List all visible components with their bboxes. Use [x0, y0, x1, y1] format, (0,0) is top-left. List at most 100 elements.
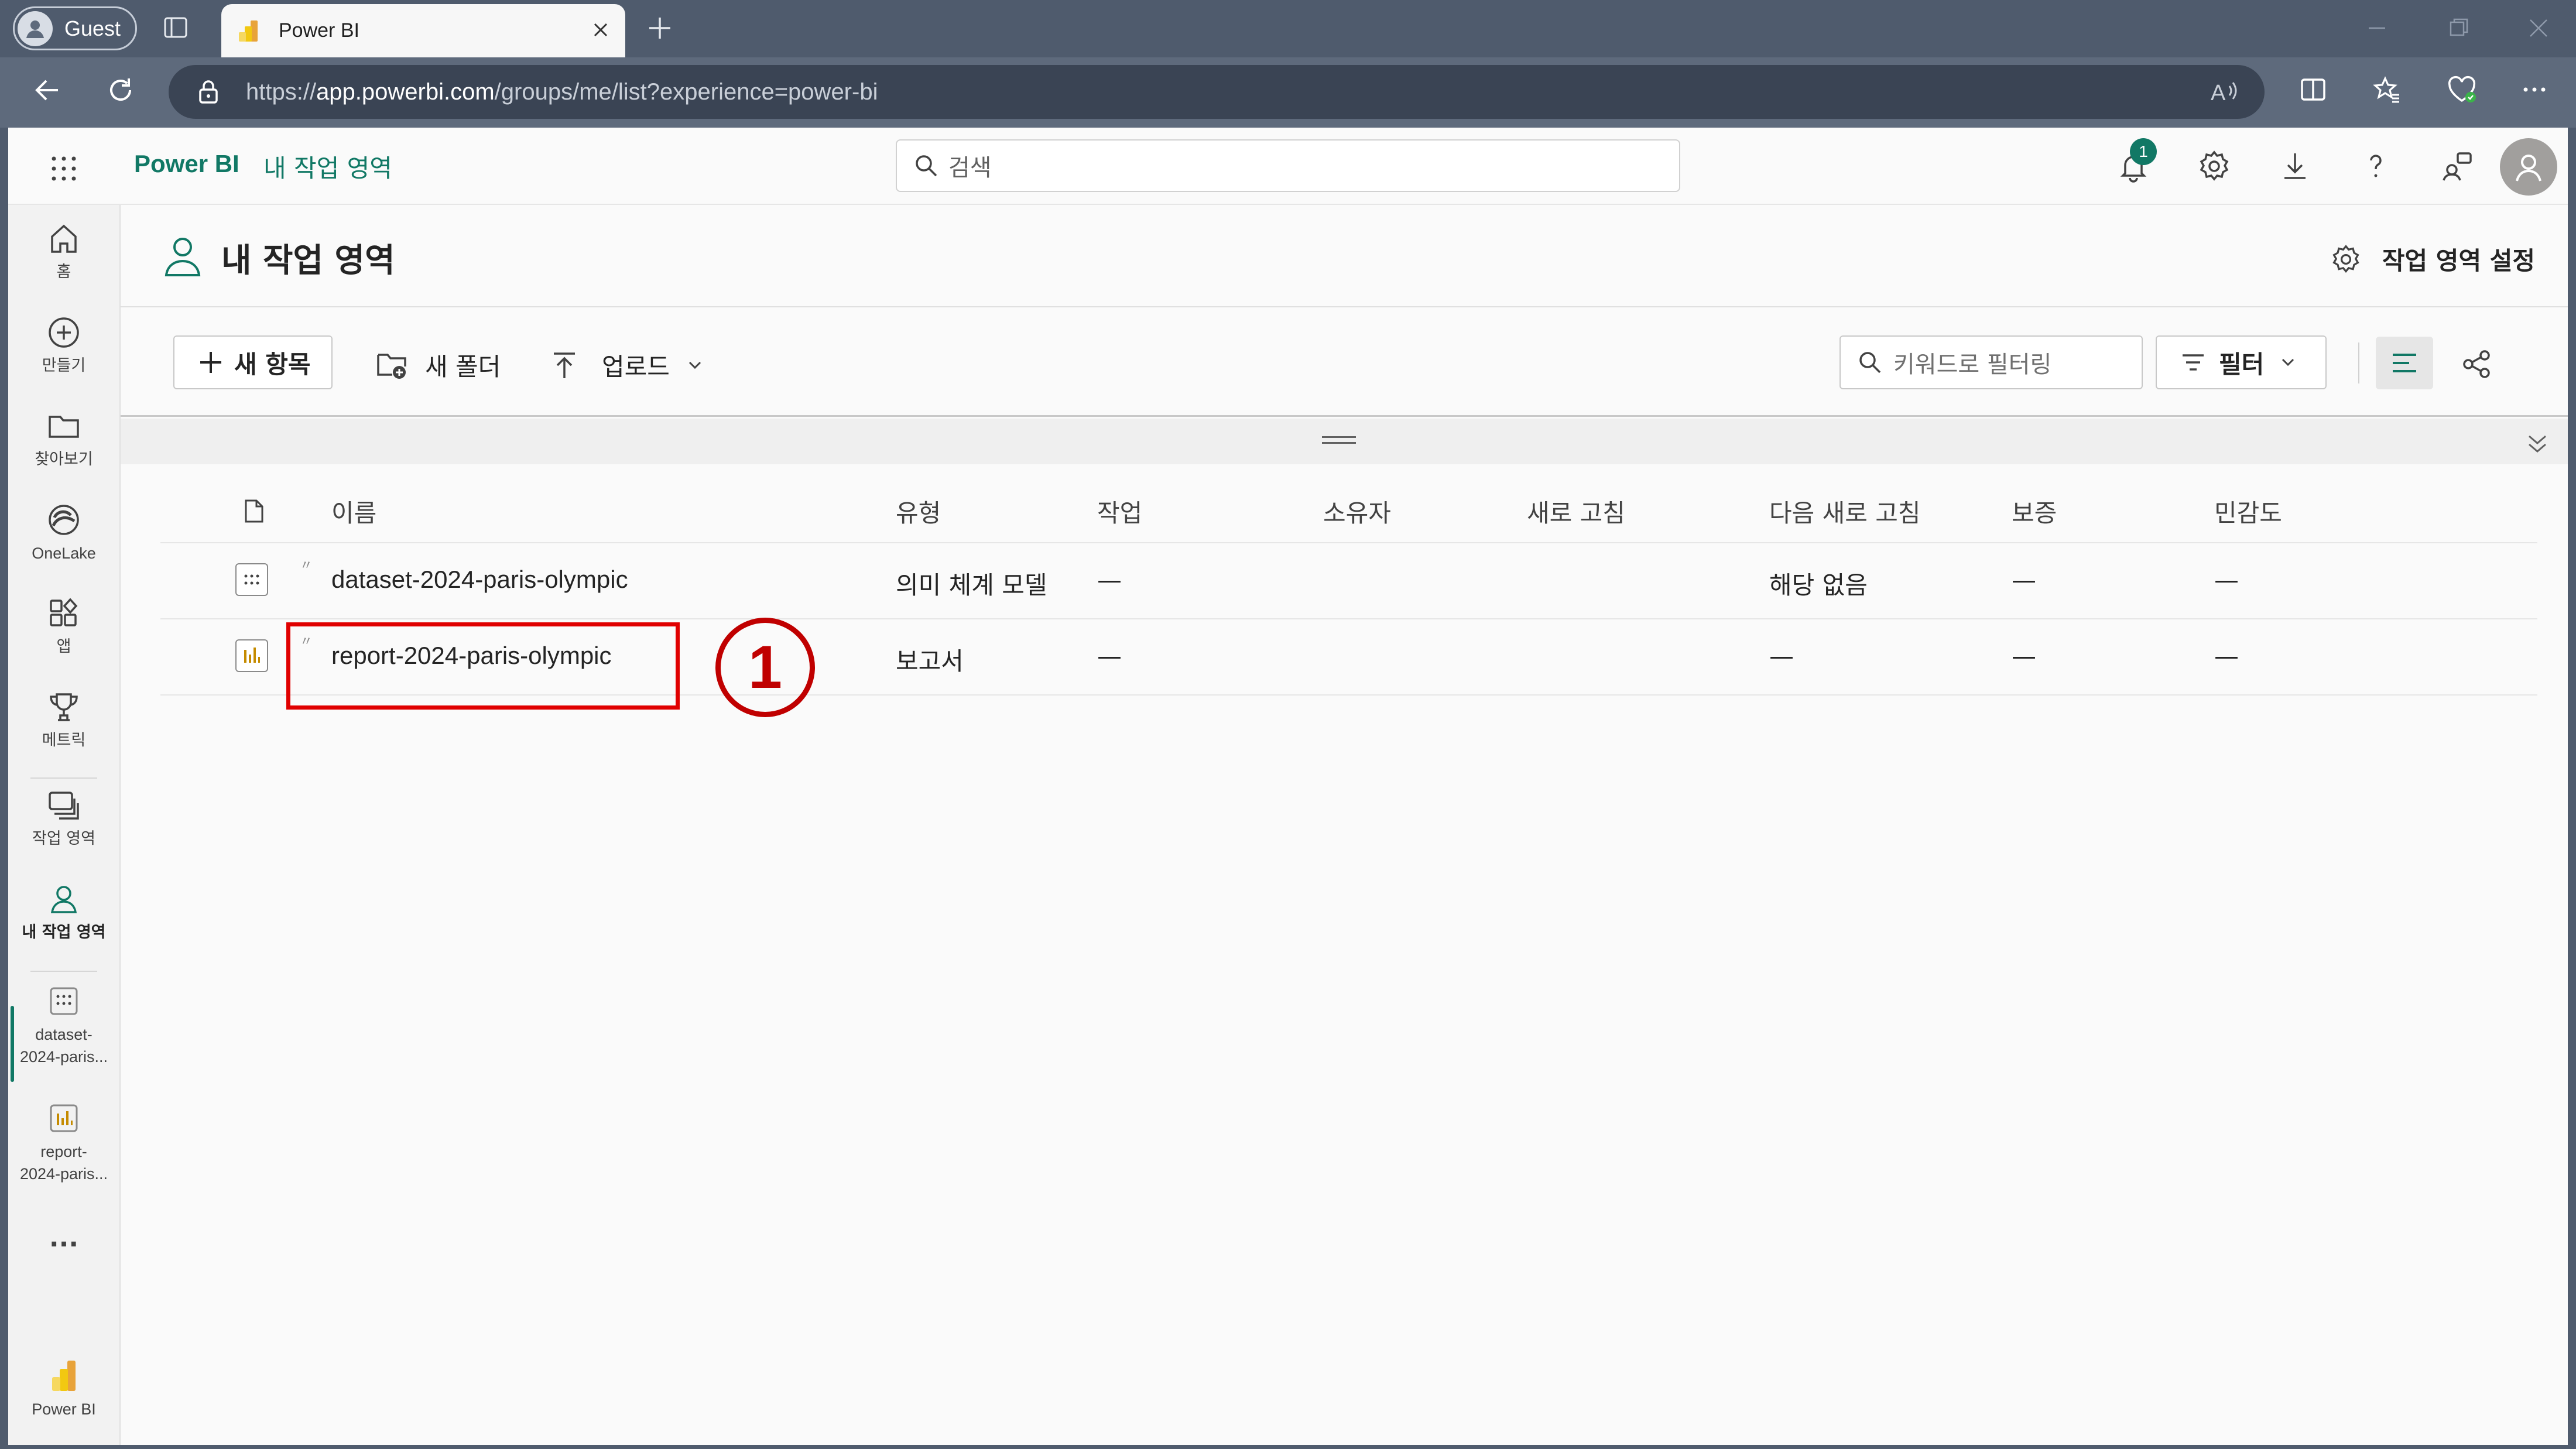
new-tab-icon[interactable]	[646, 14, 674, 42]
nav-my-workspace[interactable]: 내 작업 영역	[8, 882, 119, 944]
table-row[interactable]: 〃 dataset-2024-paris-olympic 의미 체계 모델 — …	[160, 543, 2537, 619]
col-owner[interactable]: 소유자	[1323, 494, 1391, 529]
powerbi-app: Power BI 내 작업 영역 검색 1 홈 만들기 찾아보기 OneLake…	[8, 128, 2568, 1445]
active-tab[interactable]: Power BI	[221, 4, 625, 57]
help-icon[interactable]	[2359, 150, 2392, 183]
split-screen-icon[interactable]	[2298, 75, 2328, 104]
settings-more-icon[interactable]	[2520, 75, 2549, 104]
nav-more[interactable]: ...	[8, 1222, 119, 1253]
workspace-header: 내 작업 영역 작업 영역 설정	[121, 205, 2568, 307]
url-field[interactable]: https://app.powerbi.com/groups/me/list?e…	[169, 65, 2265, 119]
workspace-toolbar: 새 항목 새 폴더 업로드 키워드로 필터링 필터	[121, 309, 2568, 417]
powerbi-logo-icon	[52, 1361, 76, 1391]
read-aloud-icon[interactable]: A	[2210, 78, 2239, 105]
profile-label: Guest	[64, 16, 121, 40]
col-refreshed[interactable]: 새로 고침	[1527, 494, 1625, 529]
col-type[interactable]: 유형	[896, 494, 941, 529]
global-search-input[interactable]: 검색	[896, 139, 1680, 192]
upload-label: 업로드	[602, 352, 670, 381]
item-task: —	[1097, 566, 1122, 594]
chevron-down-icon	[688, 361, 701, 369]
nav-home-label: 홈	[56, 263, 71, 281]
nav-create-label: 만들기	[42, 357, 86, 375]
url-text: https://app.powerbi.com/groups/me/list?e…	[246, 78, 878, 105]
tab-actions-icon[interactable]	[163, 15, 189, 40]
new-folder-icon	[377, 353, 406, 379]
guest-avatar-icon	[18, 11, 53, 46]
create-plus-icon	[49, 317, 79, 348]
filter-icon	[2183, 354, 2204, 371]
nav-workspaces[interactable]: 작업 영역	[8, 788, 119, 850]
lock-icon[interactable]	[197, 79, 220, 105]
nav-recent-dataset-label-1: dataset-	[35, 1026, 93, 1043]
collapse-chevron-icon[interactable]	[2524, 430, 2550, 456]
semantic-model-icon	[235, 563, 268, 596]
page-title: 내 작업 영역	[221, 242, 395, 280]
nav-home[interactable]: 홈	[8, 221, 119, 283]
drag-handle-icon[interactable]	[1322, 436, 1356, 438]
back-icon[interactable]	[32, 75, 63, 105]
keyword-filter-input[interactable]: 키워드로 필터링	[1839, 335, 2143, 389]
browser-essentials-icon[interactable]	[2446, 75, 2478, 104]
nav-onelake-label: OneLake	[32, 544, 96, 562]
minimize-icon[interactable]	[2365, 16, 2389, 40]
nav-recent-report[interactable]: report- 2024-paris...	[8, 1101, 119, 1185]
share-feedback-icon[interactable]	[2440, 150, 2473, 183]
col-next-refresh[interactable]: 다음 새로 고침	[1769, 494, 1921, 529]
nav-recent-dataset[interactable]: dataset- 2024-paris...	[8, 984, 119, 1068]
search-placeholder: 검색	[948, 155, 992, 181]
col-name[interactable]: 이름	[331, 494, 376, 529]
item-task: —	[1097, 642, 1122, 670]
list-view-button[interactable]	[2376, 337, 2433, 389]
file-type-icon	[244, 498, 265, 524]
item-endorsement: —	[2012, 566, 2036, 594]
upload-button[interactable]: 업로드	[549, 347, 704, 383]
settings-gear-icon[interactable]	[2198, 150, 2231, 183]
nav-browse[interactable]: 찾아보기	[8, 409, 119, 471]
favorites-icon[interactable]	[2372, 75, 2402, 104]
col-sensitivity[interactable]: 민감도	[2214, 494, 2282, 529]
col-task[interactable]: 작업	[1097, 494, 1142, 529]
nav-apps[interactable]: 앱	[8, 596, 119, 658]
more-icon: ...	[49, 1223, 79, 1253]
nav-powerbi[interactable]: Power BI	[8, 1358, 119, 1420]
item-type: 보고서	[896, 647, 964, 676]
restore-icon[interactable]	[2447, 16, 2471, 40]
app-top-bar: Power BI 내 작업 영역 검색 1	[8, 128, 2568, 205]
new-folder-button[interactable]: 새 폴더	[376, 347, 501, 383]
pane-splitter[interactable]	[121, 419, 2568, 464]
workspaces-icon	[49, 792, 79, 820]
step-number-badge: 1	[715, 618, 815, 717]
refresh-icon[interactable]	[105, 75, 136, 105]
lineage-icon	[2463, 350, 2490, 378]
item-endorsement: —	[2012, 642, 2036, 670]
nav-powerbi-label: Power BI	[32, 1400, 96, 1418]
brand-link[interactable]: Power BI	[134, 150, 239, 178]
download-icon[interactable]	[2279, 150, 2311, 183]
chevron-down-icon	[2282, 358, 2294, 366]
new-item-button[interactable]: 새 항목	[173, 335, 333, 389]
nav-onelake[interactable]: OneLake	[8, 502, 119, 564]
user-avatar[interactable]	[2500, 138, 2557, 196]
nav-apps-label: 앱	[56, 638, 71, 656]
table-header-row: 이름 유형 작업 소유자 새로 고침 다음 새로 고침 보증 민감도	[160, 464, 2537, 543]
close-tab-icon[interactable]	[590, 19, 611, 40]
tab-title: Power BI	[279, 19, 359, 42]
address-bar-row: https://app.powerbi.com/groups/me/list?e…	[0, 57, 2576, 128]
profile-button[interactable]: Guest	[13, 6, 137, 50]
workspace-settings-button[interactable]: 작업 영역 설정	[2331, 241, 2535, 277]
nav-create[interactable]: 만들기	[8, 315, 119, 377]
breadcrumb[interactable]: 내 작업 영역	[263, 149, 392, 184]
filter-button[interactable]: 필터	[2156, 335, 2327, 389]
toolbar-separator	[2358, 342, 2359, 383]
nav-workspaces-label: 작업 영역	[32, 830, 95, 848]
nav-metrics[interactable]: 메트릭	[8, 690, 119, 752]
app-launcher-icon[interactable]	[49, 154, 78, 183]
item-name-link[interactable]: dataset-2024-paris-olympic	[331, 566, 628, 594]
keyword-filter-placeholder: 키워드로 필터링	[1893, 351, 2052, 378]
close-window-icon[interactable]	[2527, 16, 2550, 40]
semantic-model-icon	[50, 987, 78, 1015]
lineage-view-button[interactable]	[2461, 348, 2493, 380]
col-endorsement[interactable]: 보증	[2012, 494, 2057, 529]
list-view-icon	[2393, 354, 2416, 372]
